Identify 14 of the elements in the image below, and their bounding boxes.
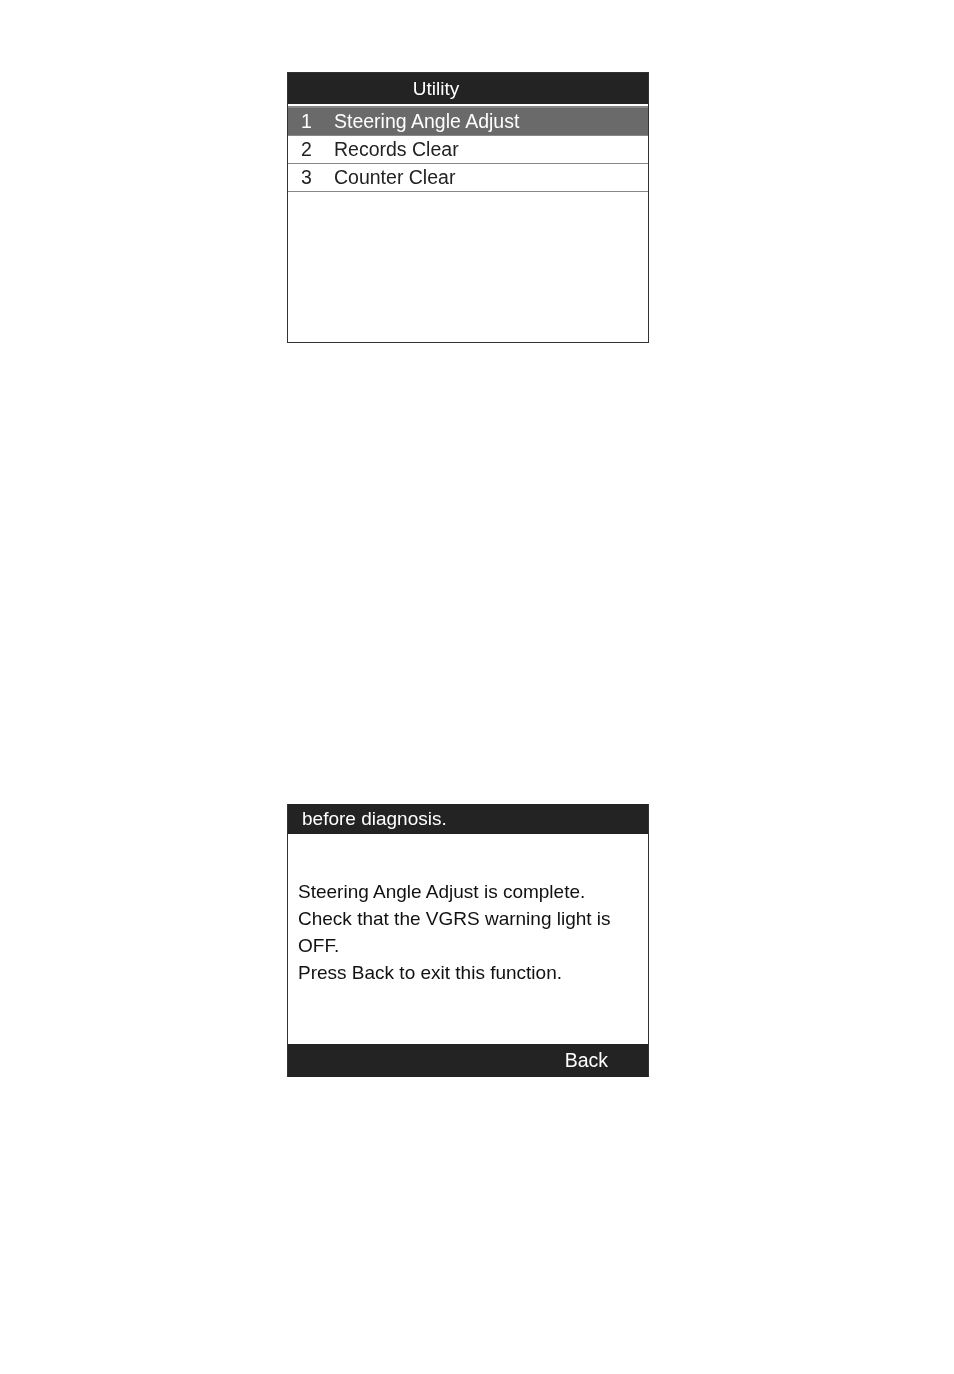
message-text: Check that the VGRS warning light is OFF. — [298, 907, 612, 958]
message-text: Steering Angle Adjust is complete. — [298, 880, 587, 904]
item-number: 2 — [300, 138, 313, 161]
item-number: 3 — [300, 166, 313, 189]
item-label: Counter Clear — [334, 166, 456, 189]
item-number: 1 — [300, 110, 313, 133]
item-label: Steering Angle Adjust — [334, 110, 520, 133]
screen-title: Utility — [288, 73, 648, 106]
screen-header: before diagnosis. — [288, 804, 648, 834]
message-text: Press Back to exit this function. — [298, 961, 563, 985]
menu-item[interactable]: 3 Counter Clear — [288, 164, 648, 192]
menu-item[interactable]: 1 Steering Angle Adjust — [288, 108, 648, 136]
item-label: Records Clear — [334, 138, 459, 161]
menu-item[interactable]: 2 Records Clear — [288, 136, 648, 164]
